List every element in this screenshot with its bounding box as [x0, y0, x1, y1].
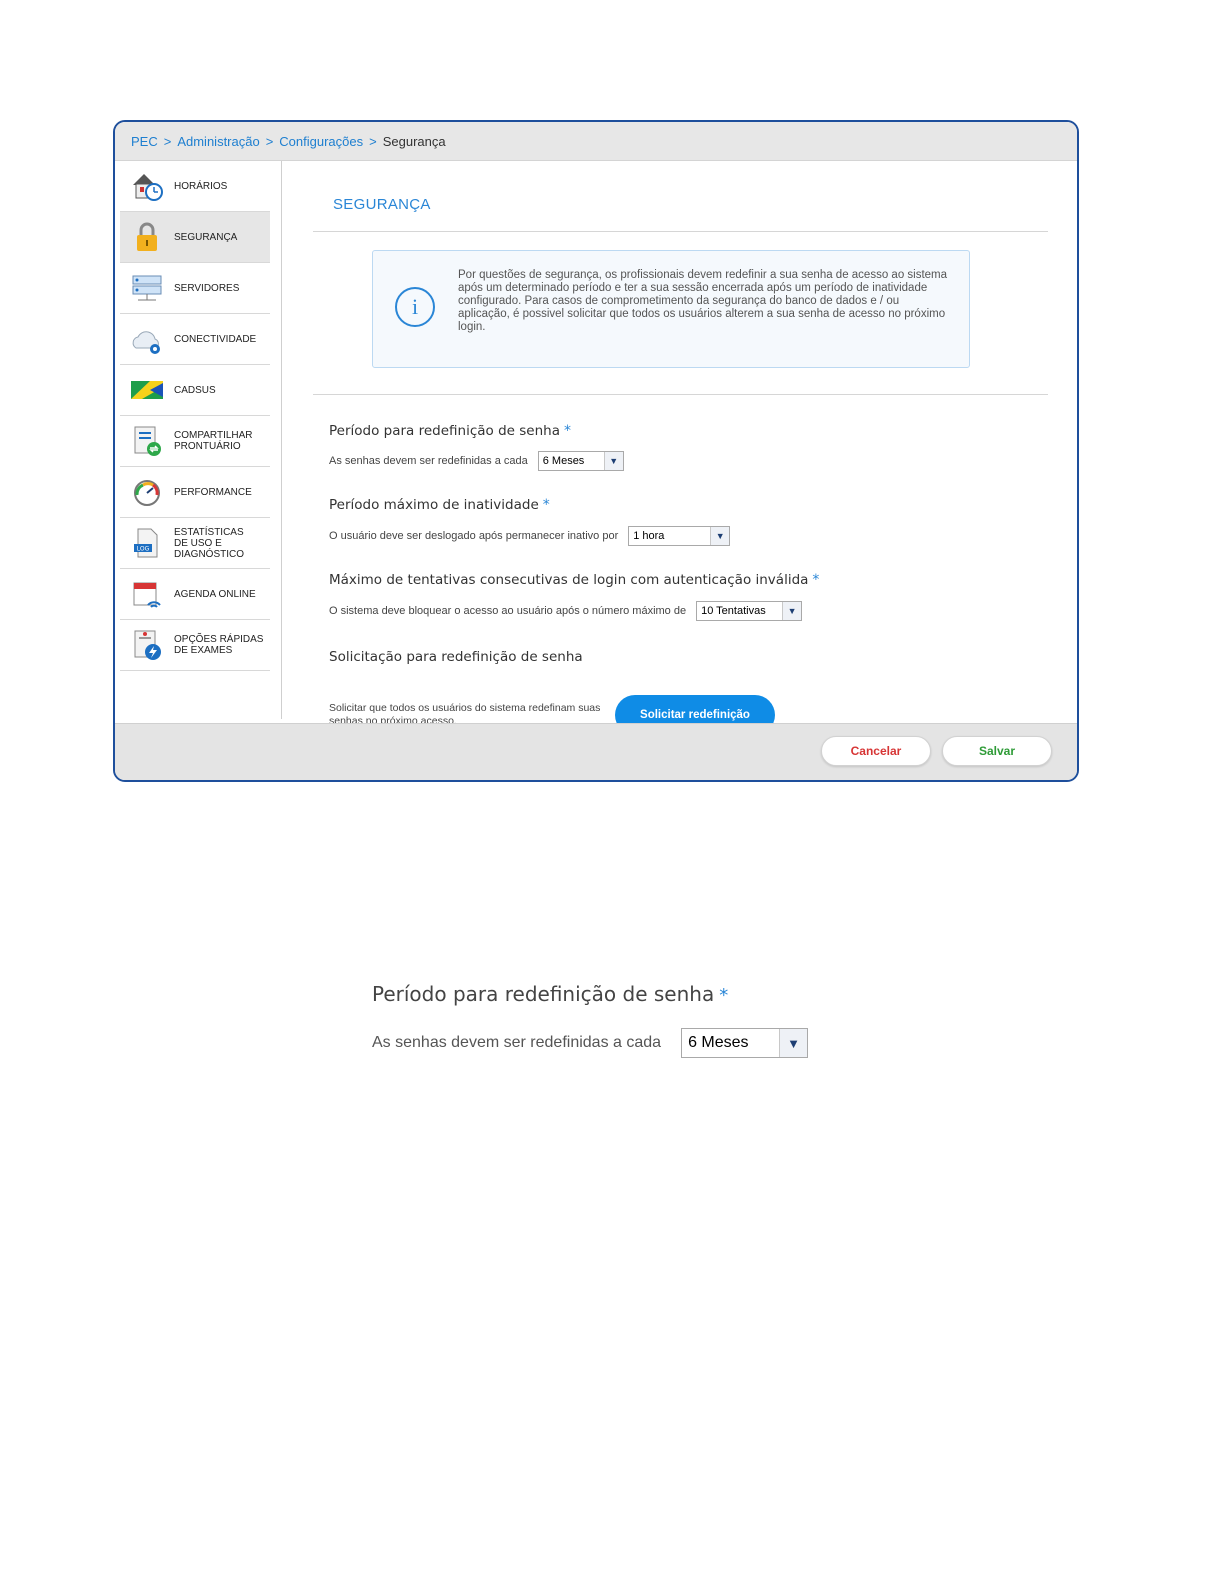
sidebar-item-cadsus[interactable]: CADSUS: [120, 365, 270, 416]
info-box: i Por questões de segurança, os profissi…: [372, 250, 970, 368]
password-period-row: As senhas devem ser redefinidas a cada 6…: [329, 451, 624, 471]
inactivity-title: Período máximo de inatividade *: [329, 497, 550, 513]
info-icon: i: [395, 287, 435, 327]
cancel-button[interactable]: Cancelar: [821, 736, 931, 766]
inactivity-row: O usuário deve ser deslogado após perman…: [329, 526, 731, 546]
server-icon: [130, 271, 164, 305]
chevron-down-icon: ▼: [603, 452, 623, 470]
breadcrumb: PEC > Administração > Configurações > Se…: [115, 122, 1077, 161]
breadcrumb-configuracoes[interactable]: Configurações: [279, 134, 363, 149]
sidebar-item-label: PERFORMANCE: [174, 486, 252, 498]
sidebar-item-label: AGENDA ONLINE: [174, 588, 256, 600]
config-window: PEC > Administração > Configurações > Se…: [113, 120, 1079, 782]
password-period-select[interactable]: 6 Meses ▼: [537, 451, 624, 471]
sidebar-item-label: HORÁRIOS: [174, 180, 228, 192]
sidebar-item-seguranca[interactable]: SEGURANÇA: [120, 212, 270, 263]
required-asterisk: *: [719, 985, 729, 1006]
login-attempts-value: 10 Tentativas: [701, 605, 766, 617]
gauge-icon: [130, 475, 164, 509]
save-button[interactable]: Salvar: [942, 736, 1052, 766]
password-period-title-text: Período para redefinição de senha: [329, 423, 560, 439]
zoom-password-period-value: 6 Meses: [688, 1034, 749, 1051]
divider: [313, 231, 1048, 232]
share-document-icon: [130, 424, 164, 458]
breadcrumb-separator: >: [369, 133, 377, 149]
sidebar-divider: [281, 161, 282, 719]
info-text: Por questões de segurança, os profission…: [458, 269, 948, 333]
breadcrumb-pec[interactable]: PEC: [131, 134, 158, 149]
sidebar-item-label: COMPARTILHAR PRONTUÁRIO: [174, 430, 253, 452]
sidebar-item-servidores[interactable]: SERVIDORES: [120, 263, 270, 314]
zoom-password-period-label: As senhas devem ser redefinidas a cada: [372, 1034, 662, 1051]
sidebar-item-label: CADSUS: [174, 384, 216, 396]
password-period-title: Período para redefinição de senha *: [329, 423, 571, 439]
inactivity-label: O usuário deve ser deslogado após perman…: [329, 530, 619, 542]
clock-house-icon: [130, 169, 164, 203]
required-asterisk: *: [812, 572, 820, 588]
login-attempts-row: O sistema deve bloquear o acesso ao usuá…: [329, 601, 803, 621]
sidebar-item-agenda-online[interactable]: AGENDA ONLINE: [120, 569, 270, 620]
required-asterisk: *: [563, 423, 571, 439]
breadcrumb-separator: >: [163, 133, 172, 149]
sidebar-item-label: SEGURANÇA: [174, 231, 238, 243]
sidebar-item-horarios[interactable]: HORÁRIOS: [120, 161, 270, 212]
exam-lightning-icon: [130, 628, 164, 662]
sidebar-item-compartilhar-prontuario[interactable]: COMPARTILHAR PRONTUÁRIO: [120, 416, 270, 467]
zoom-title-text: Período para redefinição de senha: [372, 982, 715, 1006]
cadsus-flag-icon: [130, 373, 164, 407]
zoom-password-period-select[interactable]: 6 Meses ▼: [681, 1028, 809, 1058]
sidebar-item-performance[interactable]: PERFORMANCE: [120, 467, 270, 518]
sidebar-item-estatisticas[interactable]: LOG ESTATÍSTICAS DE USO E DIAGNÓSTICO: [120, 518, 270, 569]
chevron-down-icon: ▼: [779, 1029, 808, 1057]
divider: [313, 394, 1048, 395]
inactivity-select[interactable]: 1 hora ▼: [628, 526, 731, 546]
inactivity-value: 1 hora: [633, 530, 665, 542]
lock-icon: [130, 220, 164, 254]
login-attempts-select[interactable]: 10 Tentativas ▼: [696, 601, 803, 621]
sidebar-item-conectividade[interactable]: CONECTIVIDADE: [120, 314, 270, 365]
chevron-down-icon: ▼: [782, 602, 802, 620]
sidebar-item-opcoes-rapidas-exames[interactable]: OPÇÕES RÁPIDAS DE EXAMES: [120, 620, 270, 671]
page-title: SEGURANÇA: [333, 196, 431, 213]
breadcrumb-separator: >: [265, 133, 274, 149]
sidebar-item-label: OPÇÕES RÁPIDAS DE EXAMES: [174, 634, 264, 656]
calendar-wifi-icon: [130, 577, 164, 611]
sidebar-item-label: SERVIDORES: [174, 282, 240, 294]
required-asterisk: *: [542, 497, 550, 513]
breadcrumb-current: Segurança: [382, 133, 446, 149]
sidebar-item-label: ESTATÍSTICAS DE USO E DIAGNÓSTICO: [174, 526, 245, 560]
sidebar: HORÁRIOS SEGURANÇA SERVIDORES CONECTIVID…: [120, 161, 270, 716]
login-attempts-label: O sistema deve bloquear o acesso ao usuá…: [329, 605, 687, 617]
zoom-password-period-row: As senhas devem ser redefinidas a cada 6…: [372, 1028, 872, 1058]
zoomed-detail: Período para redefinição de senha * As se…: [372, 982, 872, 1058]
chevron-down-icon: ▼: [710, 527, 730, 545]
svg-text:LOG: LOG: [137, 546, 150, 553]
reset-request-title: Solicitação para redefinição de senha: [329, 649, 583, 665]
footer-bar: Cancelar Salvar: [115, 723, 1077, 780]
login-attempts-title-text: Máximo de tentativas consecutivas de log…: [329, 572, 809, 588]
password-period-label: As senhas devem ser redefinidas a cada: [329, 455, 528, 467]
breadcrumb-administracao[interactable]: Administração: [177, 134, 259, 149]
login-attempts-title: Máximo de tentativas consecutivas de log…: [329, 572, 819, 588]
cloud-gear-icon: [130, 322, 164, 356]
log-file-icon: LOG: [130, 526, 164, 560]
zoom-password-period-title: Período para redefinição de senha *: [372, 982, 872, 1006]
sidebar-item-label: CONECTIVIDADE: [174, 333, 257, 345]
password-period-value: 6 Meses: [542, 455, 585, 467]
inactivity-title-text: Período máximo de inatividade: [329, 497, 539, 513]
